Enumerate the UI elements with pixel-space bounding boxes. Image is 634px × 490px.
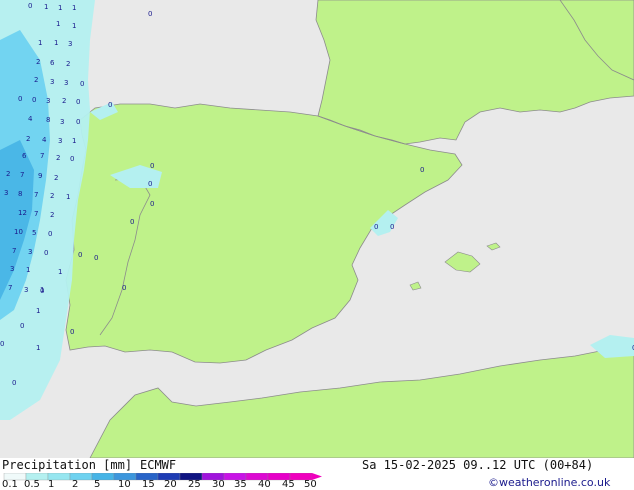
precip-value: 0 xyxy=(44,249,48,257)
precip-value: 0 xyxy=(148,180,152,188)
precip-value: 1 xyxy=(36,307,40,315)
precip-value: 5 xyxy=(32,229,36,237)
colorbar-label: 5 xyxy=(94,479,101,490)
precip-value: 1 xyxy=(54,39,58,47)
precip-value: 0 xyxy=(390,223,394,231)
precip-value: 0 xyxy=(94,254,98,262)
footer-datetime: Sa 15-02-2025 09..12 UTC (00+84) xyxy=(362,458,594,472)
colorbar-label: 0.1 xyxy=(2,479,18,490)
precip-value: 2 xyxy=(50,192,54,200)
precip-value: 1 xyxy=(72,4,76,12)
precip-value: 7 xyxy=(12,247,16,255)
precip-value: 0 xyxy=(76,98,80,106)
precip-value: 4 xyxy=(28,115,33,123)
precip-value: 0 xyxy=(0,340,4,348)
precip-value: 3 xyxy=(10,265,14,273)
footer-bar: Precipitation [mm] ECMWF Sa 15-02-2025 0… xyxy=(0,458,634,490)
precip-value: 3 xyxy=(58,137,62,145)
precip-value: 3 xyxy=(24,286,28,294)
precip-value: 0 xyxy=(76,118,80,126)
colorbar-label: 40 xyxy=(258,479,271,490)
precip-value: 2 xyxy=(66,60,70,68)
precip-value: 2 xyxy=(34,76,38,84)
colorbar-label: 1 xyxy=(48,479,55,490)
precip-value: 1 xyxy=(72,137,76,145)
precip-value: 3 xyxy=(28,248,32,256)
precip-value: 0 xyxy=(78,251,82,259)
precip-value: 3 xyxy=(68,40,72,48)
precip-value: 1 xyxy=(26,266,30,274)
precip-value: 7 xyxy=(34,191,38,199)
precipitation-map: 0111011131262233000320048302431672027923… xyxy=(0,0,634,459)
precip-value: 12 xyxy=(18,209,27,217)
precip-value: 7 xyxy=(40,152,44,160)
precip-value: 8 xyxy=(18,190,22,198)
precip-value: 0 xyxy=(70,328,74,336)
precip-value: 0 xyxy=(12,379,16,387)
precip-value: 0 xyxy=(48,230,52,238)
precip-value: 2 xyxy=(54,174,58,182)
colorbar-label: 10 xyxy=(118,479,131,490)
precip-value: 2 xyxy=(62,97,66,105)
colorbar-label: 50 xyxy=(304,479,317,490)
precip-value: 2 xyxy=(26,135,30,143)
precip-value: 1 xyxy=(40,286,44,294)
precip-value: 3 xyxy=(50,78,54,86)
precip-value: 2 xyxy=(56,154,60,162)
precip-value: 3 xyxy=(64,79,68,87)
precip-value: 9 xyxy=(38,172,42,180)
precip-value: 1 xyxy=(58,4,62,12)
precip-value: 1 xyxy=(44,3,48,11)
map-canvas: 0 1 1 1011 1 312 6 22 3 3 00 0 3 2 0 04 8 3 02 4 3 16 7 2 02 7 9 23… xyxy=(0,0,634,459)
colorbar-label: 2 xyxy=(72,479,79,490)
precip-value: 3 xyxy=(46,97,50,105)
precip-value: 1 xyxy=(56,20,60,28)
precip-value: 0 xyxy=(80,80,84,88)
precip-value: 7 xyxy=(20,171,24,179)
precip-value: 0 xyxy=(374,223,378,231)
precip-value: 2 xyxy=(50,211,54,219)
precip-value: 3 xyxy=(4,189,8,197)
precip-value: 1 xyxy=(66,193,70,201)
precip-value: 0 xyxy=(150,200,154,208)
precip-value: 6 xyxy=(50,59,55,67)
precip-value: 10 xyxy=(14,228,23,236)
precip-value: 0 xyxy=(28,2,32,10)
colorbar-label: 25 xyxy=(188,479,201,490)
precip-value: 0 xyxy=(18,95,22,103)
precip-value: 0 xyxy=(148,10,152,18)
precip-value: 3 xyxy=(60,118,64,126)
precip-value: 0 xyxy=(20,322,24,330)
precip-value: 0 xyxy=(130,218,134,226)
precip-value: 0 xyxy=(70,155,74,163)
precip-value: 0 xyxy=(32,96,36,104)
precip-value: 1 xyxy=(72,22,76,30)
precip-value: 2 xyxy=(6,170,10,178)
precip-value: 7 xyxy=(8,284,12,292)
precip-value: 2 xyxy=(36,58,40,66)
precip-value: 1 xyxy=(58,268,62,276)
precip-value: 1 xyxy=(38,39,42,47)
precip-value: 0 xyxy=(122,284,126,292)
credit-text: ©weatheronline.co.uk xyxy=(488,476,611,489)
precip-value: 0 xyxy=(150,162,154,170)
precip-value: 6 xyxy=(22,152,27,160)
precip-value: 4 xyxy=(42,136,47,144)
precip-value: 0 xyxy=(420,166,424,174)
precip-value: 8 xyxy=(46,116,50,124)
colorbar-label: 30 xyxy=(212,479,225,490)
precip-value: 0 xyxy=(108,101,112,109)
colorbar-label: 35 xyxy=(234,479,247,490)
precip-value: 1 xyxy=(36,344,40,352)
precip-value: 7 xyxy=(34,210,38,218)
colorbar-label: 20 xyxy=(164,479,177,490)
colorbar-label: 45 xyxy=(282,479,295,490)
colorbar-label: 0.5 xyxy=(24,479,40,490)
footer-title: Precipitation [mm] xyxy=(2,458,133,472)
colorbar-label: 15 xyxy=(142,479,155,490)
footer-model: ECMWF xyxy=(140,458,177,472)
